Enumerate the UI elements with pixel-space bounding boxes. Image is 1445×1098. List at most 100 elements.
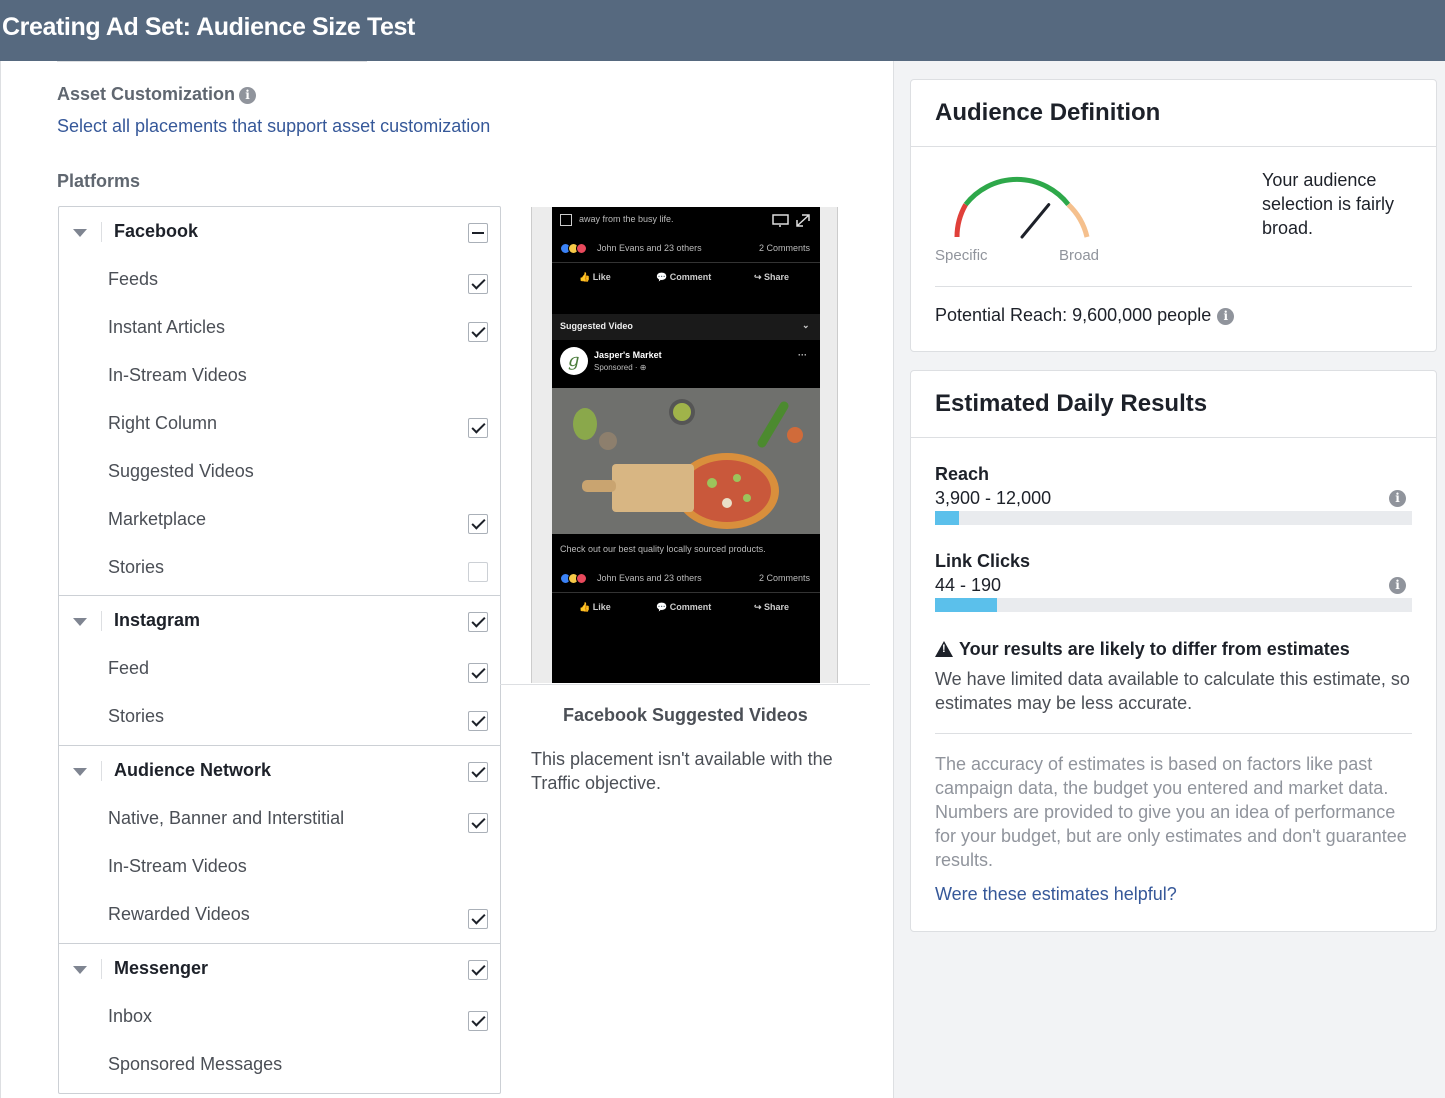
placement-row[interactable]: Feed (59, 644, 500, 692)
estimates-helpful-link[interactable]: Were these estimates helpful? (935, 884, 1177, 905)
placement-checkbox[interactable] (468, 562, 488, 582)
divider (552, 262, 820, 263)
accuracy-text: The accuracy of estimates is based on fa… (935, 754, 1407, 870)
placement-title: Facebook Suggested Videos (563, 705, 808, 725)
platforms-list: Facebook Feeds Instant Articles In-Strea… (58, 206, 501, 1094)
like-button[interactable]: 👍 Like (579, 272, 611, 283)
placement-row[interactable]: Feeds (59, 255, 500, 303)
placement-checkbox[interactable] (468, 1011, 488, 1031)
placement-checkbox[interactable] (468, 909, 488, 929)
placement-checkbox[interactable] (468, 322, 488, 342)
platform-header-audience-network[interactable]: Audience Network (59, 746, 500, 794)
reactions-icon (560, 573, 594, 584)
comment-button[interactable]: 💬 Comment (656, 602, 711, 613)
like-label: Like (592, 602, 611, 612)
placement-checkbox[interactable] (468, 418, 488, 438)
placement-row: In-Stream Videos (59, 842, 500, 890)
link-clicks-label: Link Clicks (935, 551, 1031, 571)
placement-checkbox[interactable] (468, 663, 488, 683)
divider (101, 959, 102, 979)
reach-bar-fill (935, 511, 959, 525)
placement-row[interactable]: Stories (59, 692, 500, 740)
placement-row[interactable]: Marketplace (59, 495, 500, 543)
platform-group-facebook: Facebook Feeds Instant Articles In-Strea… (59, 207, 500, 596)
placement-row: Sponsored Messages (59, 1040, 500, 1088)
caret-down-icon[interactable] (73, 229, 87, 237)
caret-down-icon[interactable] (73, 768, 87, 776)
audience-definition-card: Audience Definition Specific Broad Your … (910, 79, 1437, 352)
caret-down-icon[interactable] (73, 618, 87, 626)
placement-row[interactable]: Stories (59, 543, 500, 591)
platform-checkbox-audience-network[interactable] (468, 762, 488, 782)
video-caption: away from the busy life. (579, 214, 674, 224)
info-icon[interactable]: i (1389, 577, 1406, 594)
page-name: Jasper's Market (594, 350, 662, 360)
placement-label: In-Stream Videos (108, 856, 247, 876)
potential-reach: Potential Reach: 9,600,000 people i (935, 305, 1235, 326)
platform-header-messenger[interactable]: Messenger (59, 944, 500, 992)
divider (911, 146, 1436, 147)
placement-label: Suggested Videos (108, 461, 254, 481)
placement-row[interactable]: Native, Banner and Interstitial (59, 794, 500, 842)
audience-definition-title: Audience Definition (935, 99, 1161, 126)
placement-row[interactable]: Right Column (59, 399, 500, 447)
share-button[interactable]: ↪ Share (754, 272, 789, 283)
divider (935, 733, 1412, 734)
warning-icon (935, 641, 953, 657)
placement-row[interactable]: Inbox (59, 992, 500, 1040)
info-icon[interactable]: i (1389, 490, 1406, 507)
screen-expand-icon (772, 214, 810, 227)
post-text: Check out our best quality locally sourc… (560, 544, 766, 554)
warning-text: We have limited data available to calcul… (935, 669, 1410, 713)
platform-checkbox-facebook[interactable] (468, 223, 488, 243)
comment-label: Comment (669, 272, 712, 282)
placement-checkbox[interactable] (468, 813, 488, 833)
share-button[interactable]: ↪ Share (754, 602, 789, 613)
reactions-text: John Evans and 23 others (597, 243, 702, 253)
platform-name: Messenger (114, 958, 209, 978)
info-icon[interactable]: i (1217, 308, 1235, 325)
link-clicks-bar-fill (935, 598, 997, 612)
divider (101, 611, 102, 631)
placement-checkbox[interactable] (468, 514, 488, 534)
share-label: Share (764, 602, 790, 612)
audience-summary: Your audience selection is fairly broad. (1262, 170, 1395, 238)
platform-header-facebook[interactable]: Facebook (59, 207, 500, 255)
ad-preview-phone: away from the busy life. John Evans and … (531, 207, 838, 683)
placement-row[interactable]: Rewarded Videos (59, 890, 500, 938)
comment-button[interactable]: 💬 Comment (656, 272, 711, 283)
info-icon[interactable]: i (239, 87, 257, 104)
platform-header-instagram[interactable]: Instagram (59, 596, 500, 644)
like-button[interactable]: 👍 Like (579, 602, 611, 613)
caret-down-icon[interactable] (73, 966, 87, 974)
divider (500, 684, 870, 685)
comments-count: 2 Comments (759, 243, 811, 253)
platform-checkbox-messenger[interactable] (468, 960, 488, 980)
more-options-icon[interactable]: ··· (798, 350, 807, 360)
platform-name: Facebook (114, 221, 199, 241)
platform-group-audience-network: Audience Network Native, Banner and Inte… (59, 746, 500, 944)
select-all-placements-link[interactable]: Select all placements that support asset… (57, 116, 490, 137)
suggested-video-header: Suggested Video ⌄ (552, 314, 820, 340)
reactions-text: John Evans and 23 others (597, 573, 702, 583)
reach-label: Reach (935, 464, 990, 484)
gauge-broad-label: Broad (1059, 247, 1100, 264)
platform-checkbox-instagram[interactable] (468, 612, 488, 632)
placement-checkbox[interactable] (468, 711, 488, 731)
placement-checkbox[interactable] (468, 274, 488, 294)
estimated-daily-results-card: Estimated Daily Results Reach 3,900 - 12… (910, 370, 1437, 932)
placement-label: Stories (108, 557, 165, 577)
divider (911, 437, 1436, 438)
placement-label: Sponsored Messages (108, 1054, 283, 1074)
placements-panel: Asset Customization i Select all placemen… (0, 61, 894, 1098)
placement-label: Stories (108, 706, 165, 726)
warning-title: Your results are likely to differ from e… (959, 639, 1350, 659)
placement-label: Marketplace (108, 509, 207, 529)
like-label: Like (592, 272, 611, 282)
placement-row[interactable]: Instant Articles (59, 303, 500, 351)
divider (101, 222, 102, 242)
food-image (552, 388, 820, 534)
comment-label: Comment (669, 602, 712, 612)
reach-bar (935, 511, 1412, 525)
title-bar: Creating Ad Set: Audience Size Test (0, 0, 1445, 61)
